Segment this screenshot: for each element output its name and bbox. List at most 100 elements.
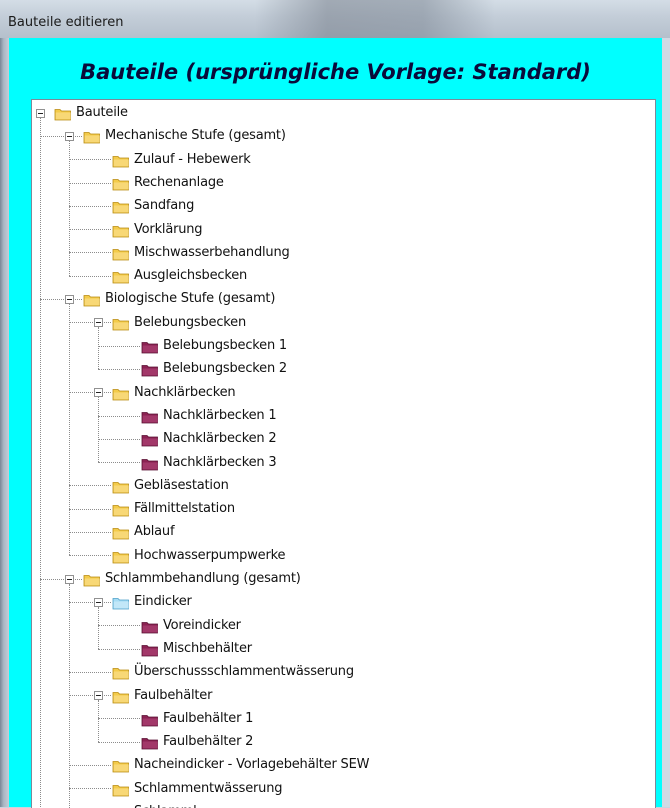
tree-item-label: Überschussschlammentwässerung	[134, 664, 354, 679]
tree-item-label: Sandfang	[134, 198, 194, 213]
tree-guide	[98, 607, 99, 649]
tree-item[interactable]: Voreindicker	[141, 614, 241, 637]
tree-connector	[69, 276, 111, 277]
tree-guide	[98, 397, 99, 462]
folder-yellow-icon	[112, 502, 130, 516]
tree-item-label: Belebungsbecken 2	[163, 361, 287, 376]
tree-item[interactable]: Nachklärbecken	[112, 381, 235, 404]
tree-item[interactable]: Mischbehälter	[141, 637, 252, 660]
tree-item[interactable]: Überschussschlammentwässerung	[112, 660, 354, 683]
folder-yellow-icon	[112, 479, 130, 493]
tree-item[interactable]: Ausgleichsbecken	[112, 264, 247, 287]
tree-item[interactable]: Eindicker	[112, 590, 192, 613]
tree-item-label: Hochwasserpumpwerke	[134, 548, 285, 563]
component-tree[interactable]: Bauteile Mechanische Stufe (gesamt) Zulauf…	[31, 99, 656, 808]
folder-yellow-icon	[112, 805, 130, 808]
tree-item[interactable]: Schlammbehandlung (gesamt)	[83, 567, 301, 590]
tree-item[interactable]: Zulauf - Hebewerk	[112, 148, 251, 171]
tree-connector	[69, 695, 111, 696]
tree-connector	[98, 439, 140, 440]
window-title: Bauteile editieren	[8, 15, 123, 30]
collapse-toggle[interactable]	[94, 691, 103, 700]
collapse-toggle[interactable]	[94, 388, 103, 397]
tree-connector	[69, 159, 111, 160]
tree-item[interactable]: Nachklärbecken 2	[141, 427, 276, 450]
tree-item-label: Mechanische Stufe (gesamt)	[105, 128, 286, 143]
collapse-toggle[interactable]	[36, 109, 45, 118]
tree-item-label: Biologische Stufe (gesamt)	[105, 291, 275, 306]
tree-item[interactable]: Hochwasserpumpwerke	[112, 544, 285, 567]
folder-purple-icon	[141, 619, 159, 633]
tree-connector	[40, 136, 82, 137]
tree-item[interactable]: Faulbehälter 1	[141, 707, 253, 730]
tree-guide	[40, 579, 41, 808]
tree-item[interactable]: Gebläsestation	[112, 474, 229, 497]
tree-item-label: Mischwasserbehandlung	[134, 245, 290, 260]
tree-item[interactable]: Vorklärung	[112, 218, 202, 241]
tree-item[interactable]: Nachklärbecken 3	[141, 451, 276, 474]
collapse-toggle[interactable]	[65, 575, 74, 584]
tree-item-label: Fällmittelstation	[134, 501, 235, 516]
tree-item-label: Nachklärbecken	[134, 385, 235, 400]
folder-purple-icon	[141, 339, 159, 353]
tree-connector	[98, 462, 140, 463]
tree-item[interactable]: Biologische Stufe (gesamt)	[83, 287, 275, 310]
tree-item-label: Nachklärbecken 2	[163, 431, 276, 446]
tree-item-label: Gebläsestation	[134, 478, 229, 493]
dialog-header: Bauteile (ursprüngliche Vorlage: Standar…	[9, 52, 662, 92]
tree-item-label: Schlamml...	[134, 804, 208, 808]
tree-item-label: Eindicker	[134, 594, 192, 609]
folder-yellow-icon	[112, 246, 130, 260]
title-bar[interactable]: Bauteile editieren	[0, 0, 670, 38]
tree-item[interactable]: Nacheindicker - Vorlagebehälter SEW	[112, 753, 369, 776]
tree-item[interactable]: Ablauf	[112, 520, 174, 543]
folder-purple-icon	[141, 409, 159, 423]
tree-item-label: Faulbehälter 2	[163, 734, 253, 749]
tree-item-label: Belebungsbecken 1	[163, 338, 287, 353]
tree-item-label: Zulauf - Hebewerk	[134, 152, 251, 167]
tree-item[interactable]: Faulbehälter 2	[141, 730, 253, 753]
collapse-toggle[interactable]	[65, 132, 74, 141]
tree-guide	[69, 304, 70, 555]
tree-connector	[69, 392, 111, 393]
folder-yellow-icon	[112, 549, 130, 563]
tree-connector	[69, 672, 111, 673]
tree-connector	[40, 299, 82, 300]
folder-purple-icon	[141, 712, 159, 726]
collapse-toggle[interactable]	[65, 295, 74, 304]
tree-item[interactable]: Sandfang	[112, 194, 194, 217]
folder-yellow-icon	[83, 129, 101, 143]
tree-connector	[98, 625, 140, 626]
tree-connector	[40, 579, 82, 580]
folder-purple-icon	[141, 642, 159, 656]
tree-item[interactable]: Faulbehälter	[112, 684, 212, 707]
folder-yellow-icon	[112, 525, 130, 539]
tree-item[interactable]: Mechanische Stufe (gesamt)	[83, 124, 286, 147]
tree-item[interactable]: Nachklärbecken 1	[141, 404, 276, 427]
collapse-toggle[interactable]	[94, 318, 103, 327]
tree-item-label: Vorklärung	[134, 222, 202, 237]
tree-connector	[98, 742, 140, 743]
tree-item[interactable]: Fällmittelstation	[112, 497, 235, 520]
folder-purple-icon	[141, 456, 159, 470]
tree-connector	[69, 788, 111, 789]
tree-item-label: Voreindicker	[163, 618, 241, 633]
tree-connector	[69, 602, 111, 603]
folder-yellow-icon	[112, 758, 130, 772]
tree-item-label: Bauteile	[76, 105, 128, 120]
tree-connector	[69, 765, 111, 766]
collapse-toggle[interactable]	[94, 598, 103, 607]
tree-item[interactable]: Rechenanlage	[112, 171, 224, 194]
tree-item-label: Rechenanlage	[134, 175, 224, 190]
window-frame-edge	[0, 38, 9, 807]
tree-item[interactable]: Belebungsbecken	[112, 311, 246, 334]
tree-item[interactable]: Schlammentwässerung	[112, 777, 282, 800]
tree-item[interactable]: Mischwasserbehandlung	[112, 241, 290, 264]
tree-connector	[98, 369, 140, 370]
tree-item-label: Mischbehälter	[163, 641, 252, 656]
tree-item[interactable]: Bauteile	[54, 101, 128, 124]
folder-yellow-icon	[112, 223, 130, 237]
tree-item[interactable]: Belebungsbecken 1	[141, 334, 287, 357]
tree-canvas: Bauteile Mechanische Stufe (gesamt) Zulauf…	[32, 100, 655, 808]
tree-item[interactable]: Belebungsbecken 2	[141, 357, 287, 380]
